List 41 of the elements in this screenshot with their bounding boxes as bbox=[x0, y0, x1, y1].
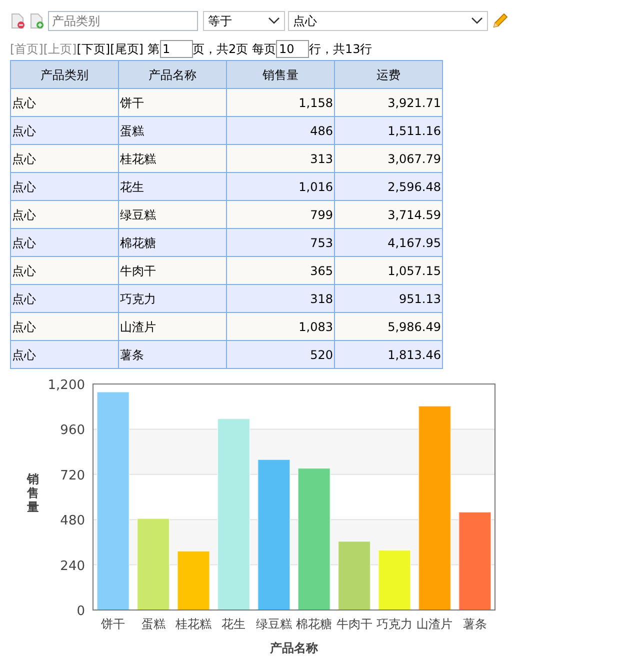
column-header: 产品类别 bbox=[10, 60, 118, 88]
caret-icon bbox=[268, 17, 280, 25]
table-cell: 520 bbox=[226, 340, 334, 368]
axis-category-label: 棉花糖 bbox=[296, 617, 332, 631]
axis-category-label: 花生 bbox=[222, 617, 246, 631]
axis-tick-label: 1,200 bbox=[48, 378, 85, 393]
axis-category-label: 绿豆糕 bbox=[256, 617, 292, 631]
column-header: 产品名称 bbox=[118, 60, 226, 88]
row-count: 行，共13行 bbox=[308, 41, 372, 58]
page-info: 页，共2页 每页 bbox=[192, 41, 276, 58]
remove-file-icon[interactable] bbox=[10, 13, 26, 29]
axis-tick-label: 240 bbox=[60, 558, 85, 574]
page-label: 第 bbox=[148, 41, 160, 58]
axis-tick-label: 960 bbox=[60, 423, 85, 438]
table-cell: 薯条 bbox=[118, 340, 226, 368]
axis-category-label: 薯条 bbox=[462, 617, 487, 631]
per-page-input[interactable]: 10 bbox=[276, 40, 309, 58]
dropdown[interactable]: 等于 bbox=[203, 11, 285, 31]
axis-category-label: 巧克力 bbox=[376, 617, 412, 631]
axis-tick-label: 480 bbox=[60, 514, 85, 529]
axis-category-label: 牛肉干 bbox=[336, 617, 372, 631]
table-cell: 点心 bbox=[10, 340, 118, 368]
dropdown[interactable]: 点心 bbox=[288, 11, 488, 31]
axis-category-label: 蛋糕 bbox=[141, 617, 166, 631]
caret-icon bbox=[471, 17, 483, 25]
add-file-icon[interactable] bbox=[29, 13, 45, 29]
axis-category-label: 饼干 bbox=[101, 617, 126, 631]
y-axis-title: 销售量 bbox=[27, 472, 39, 514]
pager-link[interactable]: [尾页] bbox=[110, 40, 144, 58]
field-input[interactable]: 产品类别 bbox=[48, 11, 198, 31]
pencil-icon[interactable] bbox=[491, 12, 509, 30]
pager-link[interactable]: [下页] bbox=[76, 40, 110, 58]
axis-tick-label: 720 bbox=[60, 468, 85, 484]
axis-tick-label: 0 bbox=[76, 604, 85, 619]
x-axis-title: 产品名称 bbox=[270, 641, 318, 655]
axis-category-label: 山渣片 bbox=[416, 617, 453, 631]
table-cell: 1,813.46 bbox=[334, 340, 442, 368]
axis-category-label: 桂花糕 bbox=[176, 617, 212, 631]
column-header: 运费 bbox=[334, 60, 442, 88]
column-header: 销售量 bbox=[226, 60, 334, 88]
page-input[interactable]: 1 bbox=[160, 40, 192, 58]
